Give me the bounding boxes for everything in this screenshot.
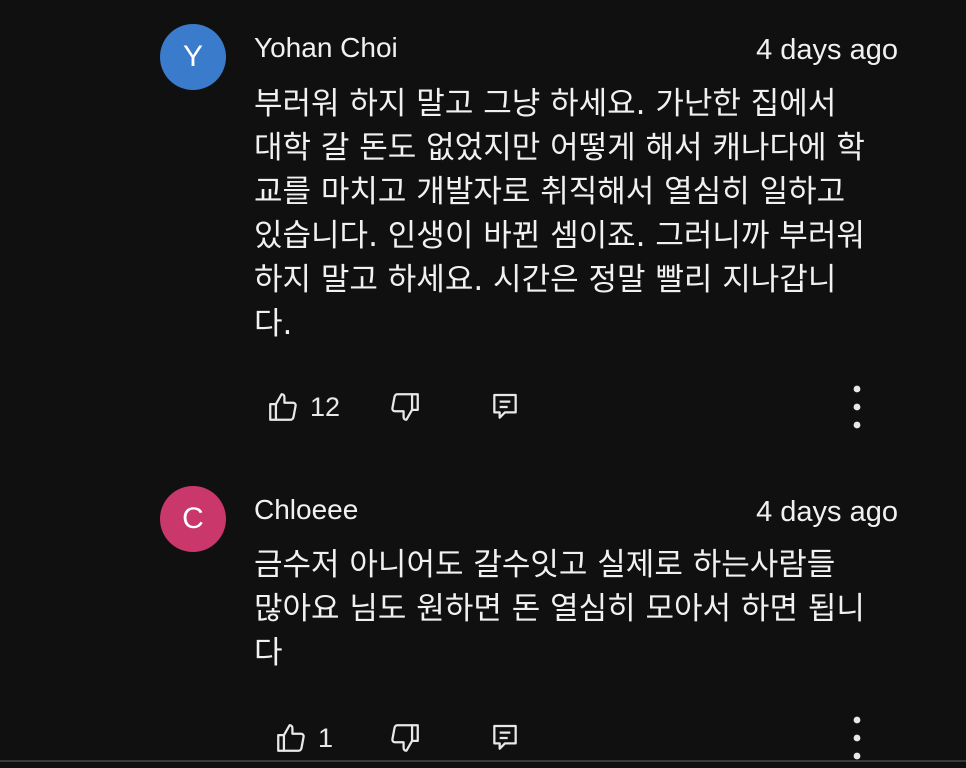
- comment-line: 금수저 아니어도 갈수잇고 실제로 하는사람들: [254, 547, 836, 583]
- comment-actions: 1: [0, 716, 966, 760]
- comment-timestamp[interactable]: 4 days ago: [756, 496, 898, 529]
- comment-line: 교를 마치고 개발자로 취직해서 열심히 일하고: [254, 174, 846, 210]
- comment-text: 금수저 아니어도 갈수잇고 실제로 하는사람들 많아요 님도 원하면 돈 열심히…: [254, 543, 904, 675]
- bottom-divider: [0, 760, 966, 762]
- like-count: 12: [310, 391, 341, 422]
- like-button[interactable]: 12: [266, 385, 340, 429]
- thumbs-down-icon: [391, 393, 419, 421]
- thumbs-up-icon: [269, 393, 297, 421]
- comment-text: 부러워 하지 말고 그냥 하세요. 가난한 집에서 대학 갈 돈도 없었지만 어…: [254, 82, 904, 346]
- reply-button[interactable]: [489, 716, 521, 760]
- comment-author[interactable]: Chloeee: [254, 494, 358, 526]
- dislike-button[interactable]: [388, 716, 422, 760]
- avatar[interactable]: Y: [160, 24, 226, 90]
- comment-timestamp[interactable]: 4 days ago: [756, 34, 898, 67]
- more-button[interactable]: [850, 385, 864, 429]
- dislike-button[interactable]: [388, 385, 422, 429]
- comment-line: 다.: [254, 306, 293, 342]
- comment-author[interactable]: Yohan Choi: [254, 32, 398, 64]
- comment-line: 대학 갈 돈도 없었지만 어떻게 해서 캐나다에 학: [254, 130, 865, 166]
- like-count: 1: [318, 722, 334, 753]
- more-vert-icon: [853, 385, 861, 429]
- avatar[interactable]: C: [160, 486, 226, 552]
- more-vert-icon: [853, 716, 861, 760]
- thumbs-up-icon: [277, 724, 305, 752]
- comment-line: 하지 말고 하세요. 시간은 정말 빨리 지나갑니: [254, 262, 837, 298]
- avatar-letter: Y: [182, 40, 203, 73]
- comment-line: 부러워 하지 말고 그냥 하세요. 가난한 집에서: [254, 86, 837, 122]
- avatar-letter: C: [182, 502, 204, 535]
- comment-line: 있습니다. 인생이 바뀐 셈이죠. 그러니까 부러워: [254, 218, 865, 254]
- reply-button[interactable]: [489, 385, 521, 429]
- comment-line: 많아요 님도 원하면 돈 열심히 모아서 하면 됩니: [254, 591, 865, 627]
- more-button[interactable]: [850, 716, 864, 760]
- reply-icon: [493, 724, 517, 750]
- comment-line: 다: [254, 635, 283, 671]
- like-button[interactable]: 1: [274, 716, 333, 760]
- thumbs-down-icon: [391, 724, 419, 752]
- reply-icon: [493, 393, 517, 419]
- comment-actions: 12: [0, 385, 966, 429]
